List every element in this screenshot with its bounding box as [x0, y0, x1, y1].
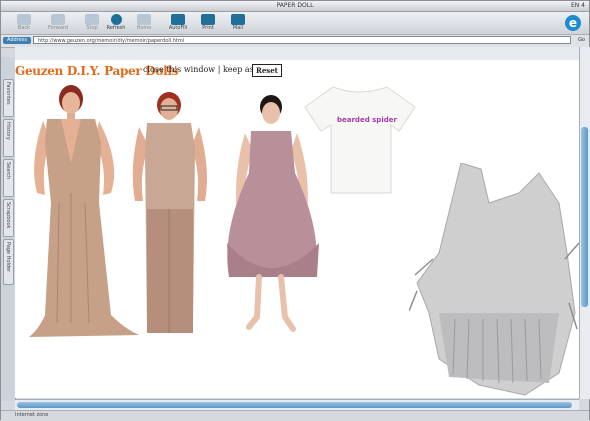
toolbar: Back Forward Stop Refresh Home AutoFill … — [1, 12, 589, 34]
print-button[interactable]: Print — [193, 13, 223, 33]
refresh-icon — [110, 14, 122, 25]
back-button[interactable]: Back — [9, 13, 39, 33]
explorer-sidebar: Favorites History Search Scrapbook Page … — [1, 57, 16, 401]
title-bar: PAPER DOLL EN 4 — [1, 1, 589, 12]
sidebar-tab-history[interactable]: History — [3, 119, 14, 157]
browser-window: PAPER DOLL EN 4 Back Forward Stop Refres… — [0, 0, 590, 421]
mail-button[interactable]: Mail — [223, 13, 253, 33]
mail-icon — [231, 14, 245, 25]
home-icon — [137, 14, 151, 25]
autofill-icon — [171, 14, 185, 25]
forward-button[interactable]: Forward — [43, 13, 73, 33]
address-bar: Address http://www.geuzen.org/memoir/diy… — [1, 34, 589, 48]
autofill-button[interactable]: AutoFill — [163, 13, 193, 33]
browser-logo-icon: e — [565, 15, 581, 31]
status-bar: Internet zone — [1, 410, 589, 421]
address-label: Address — [3, 37, 31, 44]
content-top-strip — [15, 47, 579, 60]
horizontal-scroll-thumb[interactable] — [17, 402, 572, 408]
sidebar-tab-search[interactable]: Search — [3, 159, 14, 197]
paper-tshirt[interactable] — [303, 81, 417, 195]
back-arrow-icon — [17, 14, 31, 25]
stop-icon — [85, 14, 99, 25]
vertical-scrollbar[interactable] — [579, 47, 590, 399]
vertical-scroll-thumb[interactable] — [581, 127, 588, 307]
reset-button[interactable]: Reset — [252, 64, 282, 77]
status-text: Internet zone — [15, 412, 49, 418]
tshirt-print-text: bearded spider — [337, 116, 397, 124]
refresh-button[interactable]: Refresh — [101, 13, 131, 33]
page-subtitle-links[interactable]: close this window | keep as po — [143, 65, 266, 74]
home-button[interactable]: Home — [129, 13, 159, 33]
paper-doll-2[interactable] — [129, 89, 211, 341]
sidebar-tab-favorites[interactable]: Favorites — [3, 79, 14, 117]
paper-doll-1[interactable] — [29, 83, 139, 339]
print-icon — [201, 14, 215, 25]
window-title-info: EN 4 — [570, 2, 585, 9]
forward-arrow-icon — [51, 14, 65, 25]
go-button[interactable]: Go — [578, 37, 585, 43]
horizontal-scrollbar[interactable] — [15, 399, 579, 410]
address-input[interactable]: http://www.geuzen.org/memoir/diy/memoir/… — [33, 36, 571, 44]
paper-garment-gray[interactable] — [409, 163, 581, 397]
sidebar-tab-page-holder[interactable]: Page Holder — [3, 239, 14, 285]
sidebar-tab-scrapbook[interactable]: Scrapbook — [3, 199, 14, 237]
window-title: PAPER DOLL — [276, 2, 314, 9]
